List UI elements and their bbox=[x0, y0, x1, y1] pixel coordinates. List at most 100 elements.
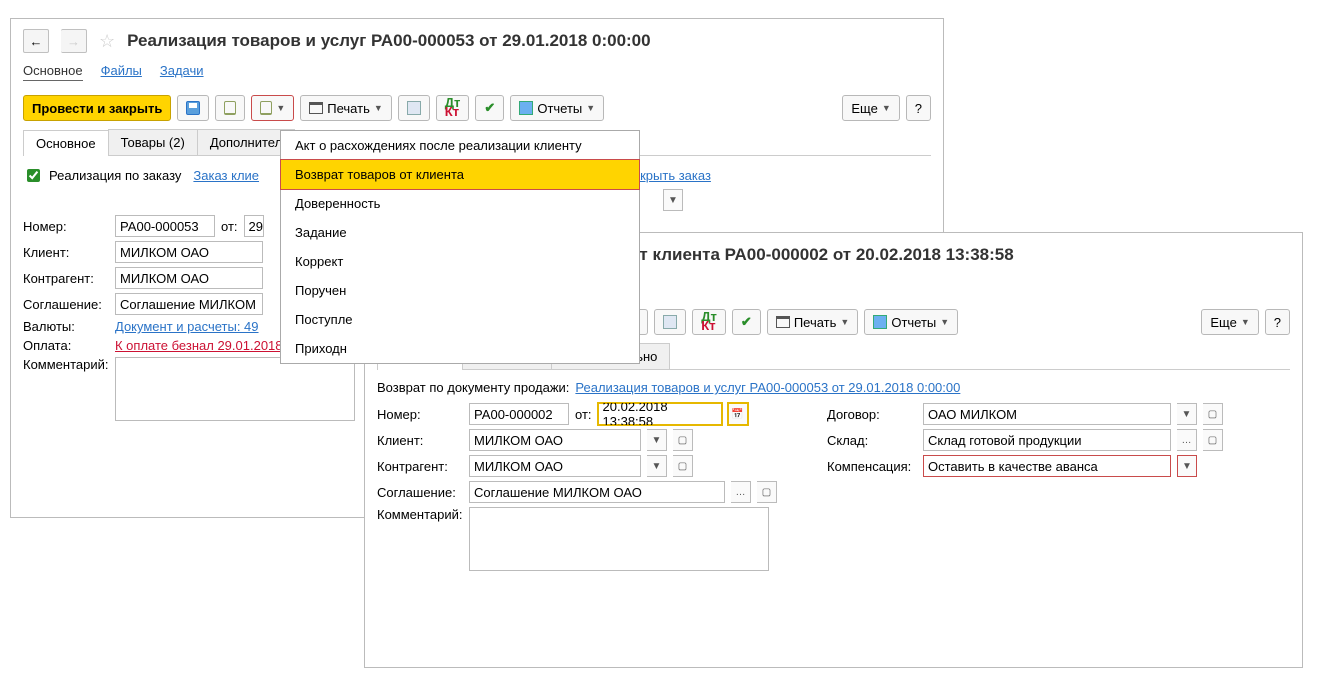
chart-icon bbox=[873, 315, 887, 329]
date-label-2: от: bbox=[575, 407, 592, 422]
print-button[interactable]: Печать▼ bbox=[300, 95, 392, 121]
compensation-input[interactable]: Оставить в качестве аванса bbox=[923, 455, 1171, 477]
order-checkbox[interactable] bbox=[27, 169, 40, 182]
dtkt-button[interactable]: ДтКт bbox=[436, 95, 470, 121]
contragent-label: Контрагент: bbox=[23, 271, 109, 286]
save-button[interactable] bbox=[177, 95, 209, 121]
agreement-open[interactable]: ▢ bbox=[757, 481, 777, 503]
approve-button[interactable]: ✔ bbox=[475, 95, 504, 121]
print-icon bbox=[309, 102, 323, 114]
dtkt-icon: ДтКт bbox=[701, 313, 717, 331]
post-button[interactable] bbox=[215, 95, 245, 121]
tab-goods[interactable]: Товары (2) bbox=[108, 129, 198, 155]
nav-main[interactable]: Основное bbox=[23, 63, 83, 81]
dtkt-button-2[interactable]: ДтКт bbox=[692, 309, 726, 335]
list-button[interactable] bbox=[398, 95, 430, 121]
check-icon: ✔ bbox=[484, 100, 495, 116]
contract-dd[interactable]: ▼ bbox=[1177, 403, 1197, 425]
more-label-2: Еще bbox=[1210, 315, 1236, 330]
reports-label-2: Отчеты bbox=[891, 315, 936, 330]
help-button-2[interactable]: ? bbox=[1265, 309, 1290, 335]
reports-button[interactable]: Отчеты▼ bbox=[510, 95, 604, 121]
star-icon[interactable]: ☆ bbox=[99, 31, 115, 52]
client-input-2[interactable]: МИЛКОМ ОАО bbox=[469, 429, 641, 451]
save-icon bbox=[186, 101, 200, 115]
tab-main[interactable]: Основное bbox=[23, 130, 109, 156]
post-icon bbox=[224, 101, 236, 115]
contract-open[interactable]: ▢ bbox=[1203, 403, 1223, 425]
agreement-input[interactable]: Соглашение МИЛКОМ bbox=[115, 293, 263, 315]
menu-item-task[interactable]: Задание bbox=[281, 218, 639, 247]
date-label: от: bbox=[221, 219, 238, 234]
more-button[interactable]: Еще▼ bbox=[842, 95, 899, 121]
check-icon: ✔ bbox=[741, 314, 752, 330]
date-input-2[interactable]: 20.02.2018 13:38:58 bbox=[598, 403, 722, 425]
currency-link[interactable]: Документ и расчеты: 49 bbox=[115, 319, 259, 334]
return-label: Возврат по документу продажи: bbox=[377, 380, 569, 395]
client-open[interactable]: ▢ bbox=[673, 429, 693, 451]
contragent-input-2[interactable]: МИЛКОМ ОАО bbox=[469, 455, 641, 477]
menu-item-act[interactable]: Акт о расхождениях после реализации клие… bbox=[281, 131, 639, 160]
print-button-2[interactable]: Печать▼ bbox=[767, 309, 859, 335]
contragent-input[interactable]: МИЛКОМ ОАО bbox=[115, 267, 263, 289]
window-title: Реализация товаров и услуг РА00-000053 о… bbox=[127, 31, 650, 51]
client-label: Клиент: bbox=[23, 245, 109, 260]
contract-label: Договор: bbox=[827, 407, 917, 422]
help-button[interactable]: ? bbox=[906, 95, 931, 121]
date-input[interactable]: 29 bbox=[244, 215, 264, 237]
more-label: Еще bbox=[851, 101, 877, 116]
comment-label-2: Комментарий: bbox=[377, 507, 463, 522]
compensation-label: Компенсация: bbox=[827, 459, 917, 474]
ext-button[interactable]: ▼ bbox=[663, 189, 683, 211]
approve-button-2[interactable]: ✔ bbox=[732, 309, 761, 335]
create-based-on-button[interactable]: ▼ bbox=[251, 95, 294, 121]
agreement-input-2[interactable]: Соглашение МИЛКОМ ОАО bbox=[469, 481, 725, 503]
post-and-close-button[interactable]: Провести и закрыть bbox=[23, 95, 171, 121]
order-link[interactable]: Заказ клие bbox=[193, 168, 259, 183]
menu-item-correct[interactable]: Коррект bbox=[281, 247, 639, 276]
comment-input[interactable] bbox=[115, 357, 355, 421]
list-button-2[interactable] bbox=[654, 309, 686, 335]
agreement-label-2: Соглашение: bbox=[377, 485, 463, 500]
compensation-dd[interactable]: ▼ bbox=[1177, 455, 1197, 477]
chart-icon bbox=[519, 101, 533, 115]
print-label: Печать bbox=[327, 101, 370, 116]
menu-item-receipt[interactable]: Поступле bbox=[281, 305, 639, 334]
list-icon bbox=[407, 101, 421, 115]
nav-tasks[interactable]: Задачи bbox=[160, 63, 204, 81]
order-label: Реализация по заказу bbox=[49, 168, 181, 183]
return-link[interactable]: Реализация товаров и услуг РА00-000053 о… bbox=[575, 380, 960, 395]
reports-button-2[interactable]: Отчеты▼ bbox=[864, 309, 958, 335]
forward-button[interactable]: → bbox=[61, 29, 87, 53]
warehouse-label: Склад: bbox=[827, 433, 917, 448]
more-button-2[interactable]: Еще▼ bbox=[1201, 309, 1258, 335]
menu-item-return[interactable]: Возврат товаров от клиента bbox=[280, 159, 640, 190]
client-input[interactable]: МИЛКОМ ОАО bbox=[115, 241, 263, 263]
warehouse-input[interactable]: Склад готовой продукции bbox=[923, 429, 1171, 451]
contragent-label-2: Контрагент: bbox=[377, 459, 463, 474]
number-input-2[interactable]: РА00-000002 bbox=[469, 403, 569, 425]
create-icon bbox=[260, 101, 272, 115]
client-dd[interactable]: ▼ bbox=[647, 429, 667, 451]
menu-item-income[interactable]: Приходн bbox=[281, 334, 639, 363]
list-icon bbox=[663, 315, 677, 329]
comment-input-2[interactable] bbox=[469, 507, 769, 571]
back-button[interactable]: ← bbox=[23, 29, 49, 53]
menu-item-order[interactable]: Поручен bbox=[281, 276, 639, 305]
contragent-dd[interactable]: ▼ bbox=[647, 455, 667, 477]
nav-files[interactable]: Файлы bbox=[101, 63, 142, 81]
number-label: Номер: bbox=[23, 219, 109, 234]
currency-label: Валюты: bbox=[23, 319, 109, 334]
number-input[interactable]: РА00-000053 bbox=[115, 215, 215, 237]
contract-input[interactable]: ОАО МИЛКОМ bbox=[923, 403, 1171, 425]
client-label-2: Клиент: bbox=[377, 433, 463, 448]
contragent-open[interactable]: ▢ bbox=[673, 455, 693, 477]
warehouse-more[interactable]: … bbox=[1177, 429, 1197, 451]
print-label-2: Печать bbox=[794, 315, 837, 330]
calendar-button[interactable]: 📅 bbox=[728, 403, 748, 425]
menu-item-poa[interactable]: Доверенность bbox=[281, 189, 639, 218]
warehouse-open[interactable]: ▢ bbox=[1203, 429, 1223, 451]
dtkt-icon: ДтКт bbox=[445, 99, 461, 117]
agreement-more[interactable]: … bbox=[731, 481, 751, 503]
print-icon bbox=[776, 316, 790, 328]
